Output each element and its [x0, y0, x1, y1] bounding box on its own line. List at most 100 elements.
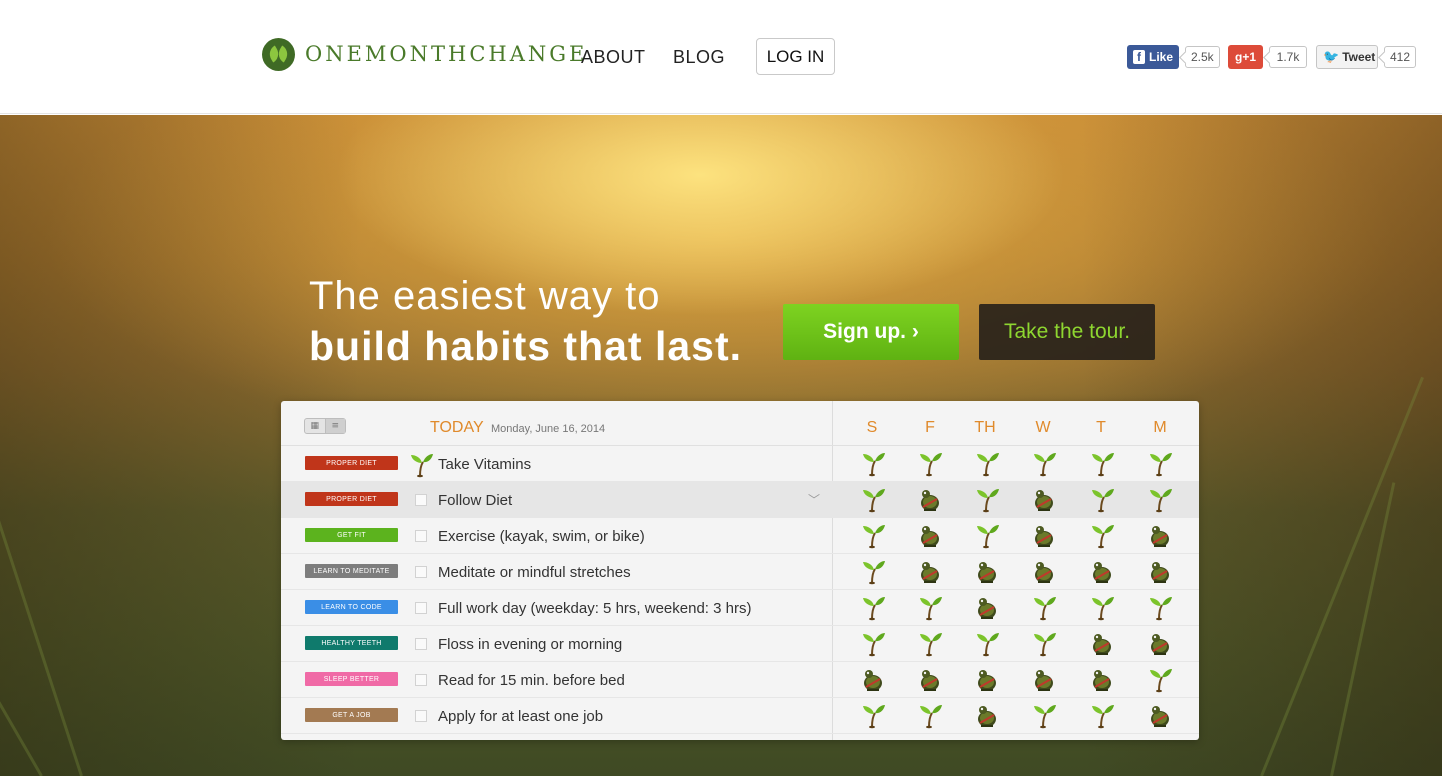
habit-row[interactable]: GET FIT Exercise (kayak, swim, or bike) — [281, 518, 1199, 554]
sprout-icon[interactable] — [974, 631, 1000, 657]
chevron-down-icon[interactable]: ﹀ — [808, 491, 820, 508]
bug-icon[interactable] — [1089, 667, 1115, 693]
sprout-icon[interactable] — [917, 631, 943, 657]
habit-category-tag[interactable]: PROPER DIET — [305, 492, 398, 506]
day-header: W — [1035, 419, 1051, 436]
sprout-icon[interactable] — [1147, 595, 1173, 621]
sprout-icon[interactable] — [917, 703, 943, 729]
habit-checkbox[interactable] — [415, 494, 427, 506]
habit-checkbox[interactable] — [415, 566, 427, 578]
sprout-icon[interactable] — [1089, 523, 1115, 549]
sprout-icon[interactable] — [1031, 703, 1057, 729]
sprout-icon[interactable] — [860, 451, 886, 477]
habit-row[interactable]: LEARN TO MEDITATE Meditate or mindful str… — [281, 554, 1199, 590]
bug-icon[interactable] — [1031, 523, 1057, 549]
bug-icon[interactable] — [974, 667, 1000, 693]
facebook-like-widget: f Like 2.5k — [1127, 45, 1220, 69]
sprout-icon[interactable] — [974, 451, 1000, 477]
habit-category-tag[interactable]: PROPER DIET — [305, 456, 398, 470]
nav-blog-link[interactable]: BLOG — [673, 47, 725, 68]
sprout-icon[interactable] — [860, 559, 886, 585]
googleplus-button[interactable]: g+1 — [1228, 45, 1263, 69]
sprout-icon[interactable] — [1031, 595, 1057, 621]
habit-row[interactable]: SLEEP BETTER Read for 15 min. before bed — [281, 662, 1199, 698]
sprout-icon[interactable] — [1089, 487, 1115, 513]
sprout-icon[interactable] — [860, 487, 886, 513]
sprout-icon[interactable] — [1089, 451, 1115, 477]
sprout-icon[interactable] — [917, 595, 943, 621]
bug-icon[interactable] — [1031, 559, 1057, 585]
sprout-icon[interactable] — [1089, 595, 1115, 621]
habit-row[interactable]: GET A JOB Apply for at least one job — [281, 698, 1199, 734]
logo-text: ONEMONTHCHANGE — [305, 42, 588, 66]
sprout-icon[interactable] — [1147, 487, 1173, 513]
sprout-icon[interactable] — [860, 523, 886, 549]
sprout-icon[interactable] — [974, 487, 1000, 513]
sprout-icon[interactable] — [1031, 451, 1057, 477]
facebook-like-count: 2.5k — [1185, 46, 1220, 68]
take-tour-button[interactable]: Take the tour. — [979, 304, 1155, 360]
sprout-icon[interactable] — [1147, 451, 1173, 477]
bug-icon[interactable] — [917, 667, 943, 693]
sprout-icon[interactable] — [917, 451, 943, 477]
habit-category-tag[interactable]: GET FIT — [305, 528, 398, 542]
list-view-icon[interactable]: ≡ — [324, 419, 345, 433]
sprout-icon[interactable] — [408, 452, 434, 478]
bug-icon[interactable] — [1147, 703, 1173, 729]
bug-icon[interactable] — [1147, 631, 1173, 657]
view-toggle[interactable]: ▦ ≡ — [304, 418, 346, 434]
tracker-header: ▦ ≡ TODAY Monday, June 16, 2014 S F TH W… — [281, 401, 1199, 446]
twitter-widget: 🐦 Tweet 412 — [1316, 45, 1417, 69]
bug-icon[interactable] — [917, 523, 943, 549]
nav-about-link[interactable]: ABOUT — [581, 47, 646, 68]
bug-icon[interactable] — [1147, 559, 1173, 585]
habit-row[interactable]: PROPER DIET Take Vitamins — [281, 446, 1199, 482]
facebook-like-button[interactable]: f Like — [1127, 45, 1179, 69]
bug-icon[interactable] — [860, 667, 886, 693]
login-button[interactable]: LOG IN — [756, 38, 835, 75]
bug-icon[interactable] — [974, 559, 1000, 585]
bug-icon[interactable] — [1031, 667, 1057, 693]
habit-tracker-panel: ▦ ≡ TODAY Monday, June 16, 2014 S F TH W… — [281, 401, 1199, 740]
sprout-icon[interactable] — [860, 595, 886, 621]
bug-icon[interactable] — [917, 559, 943, 585]
habit-checkbox[interactable] — [415, 530, 427, 542]
habit-row[interactable]: LEARN TO CODE Full work day (weekday: 5 h… — [281, 590, 1199, 626]
bug-icon[interactable] — [1089, 559, 1115, 585]
habit-category-tag[interactable]: LEARN TO MEDITATE — [305, 564, 398, 578]
habit-checkbox[interactable] — [415, 674, 427, 686]
habit-name: Exercise (kayak, swim, or bike) — [438, 528, 645, 545]
habit-row[interactable]: HEALTHY TEETH Floss in evening or morning — [281, 626, 1199, 662]
bug-icon[interactable] — [1147, 523, 1173, 549]
bug-icon[interactable] — [917, 487, 943, 513]
bug-icon[interactable] — [1031, 487, 1057, 513]
habit-category-tag[interactable]: LEARN TO CODE — [305, 600, 398, 614]
habit-checkbox[interactable] — [415, 638, 427, 650]
habit-checkbox[interactable] — [415, 602, 427, 614]
sprout-icon[interactable] — [974, 523, 1000, 549]
sprout-icon[interactable] — [1089, 703, 1115, 729]
sprout-icon[interactable] — [860, 703, 886, 729]
habit-category-tag[interactable]: GET A JOB — [305, 708, 398, 722]
habit-name: Floss in evening or morning — [438, 636, 623, 653]
googleplus-widget: g+1 1.7k — [1228, 45, 1307, 69]
grid-view-icon[interactable]: ▦ — [305, 419, 325, 433]
habit-category-tag[interactable]: HEALTHY TEETH — [305, 636, 398, 650]
signup-button[interactable]: Sign up. › — [783, 304, 959, 360]
facebook-like-label: Like — [1148, 50, 1173, 64]
habit-checkbox[interactable] — [415, 710, 427, 722]
sprout-icon[interactable] — [860, 631, 886, 657]
bug-icon[interactable] — [1089, 631, 1115, 657]
sprout-icon[interactable] — [1147, 667, 1173, 693]
bug-icon[interactable] — [974, 703, 1000, 729]
facebook-icon: f — [1133, 50, 1145, 64]
sprout-icon[interactable] — [1031, 631, 1057, 657]
googleplus-count: 1.7k — [1269, 46, 1307, 68]
habit-name: Read for 15 min. before bed — [438, 672, 625, 689]
habit-name: Full work day (weekday: 5 hrs, weekend: … — [438, 600, 752, 617]
bug-icon[interactable] — [974, 595, 1000, 621]
logo[interactable]: ONEMONTHCHANGE — [262, 37, 588, 71]
habit-row[interactable]: PROPER DIET Follow Diet ﹀ — [281, 482, 1199, 518]
habit-category-tag[interactable]: SLEEP BETTER — [305, 672, 398, 686]
tweet-button[interactable]: 🐦 Tweet — [1316, 45, 1378, 69]
